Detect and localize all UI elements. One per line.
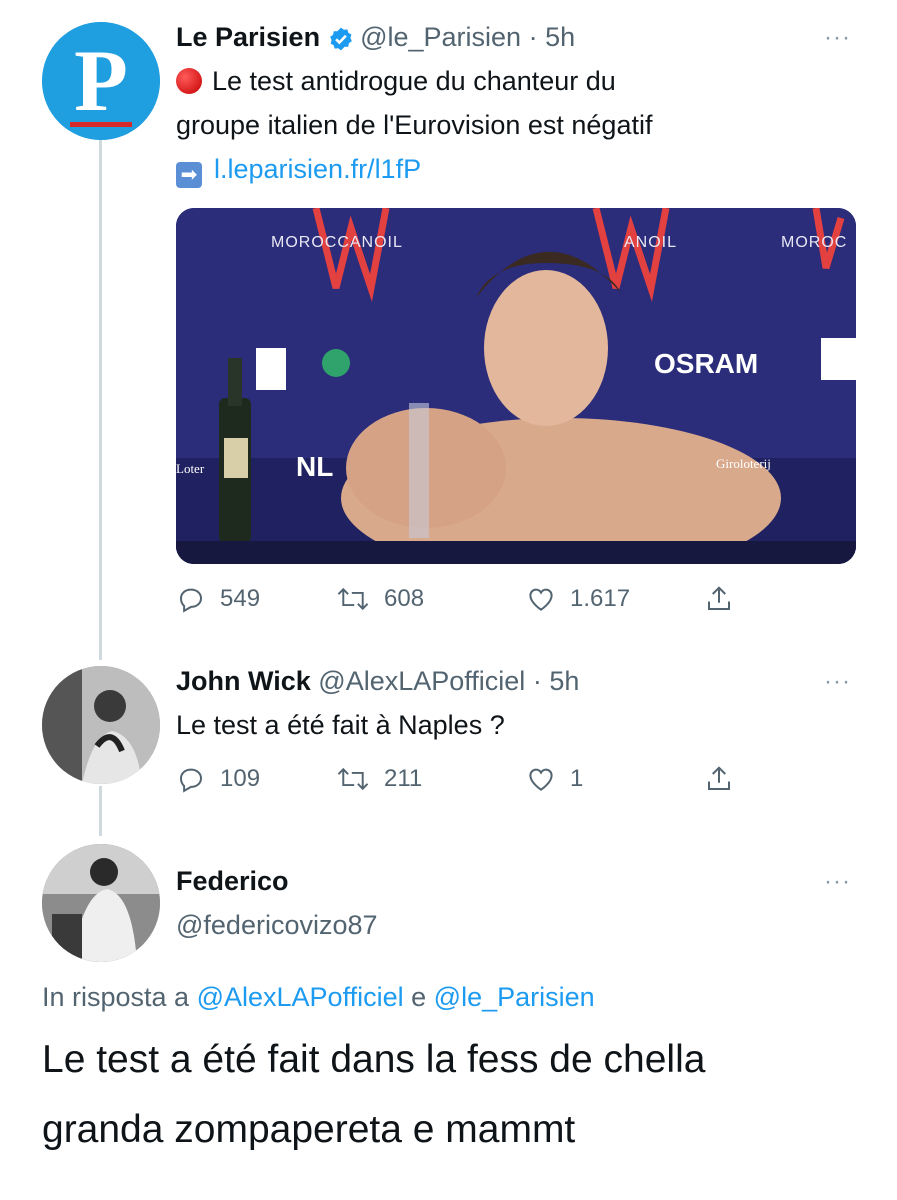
reply-count: 109 [220,765,261,792]
banner-text-mid: ANOIL [624,234,678,251]
tweet-time[interactable]: · 5h [533,666,580,696]
tweet-john-wick[interactable]: John Wick @AlexLAPofficiel · 5h ··· Le t… [0,650,897,830]
retweet-icon [337,767,369,791]
share-button[interactable] [704,764,748,794]
banner-osram: OSRAM [654,348,759,379]
like-count: 1 [570,765,584,792]
tweet-actions: 549 608 1.617 [176,584,776,624]
retweet-button[interactable]: 608 [336,584,424,614]
reply-icon [179,768,203,793]
author-name[interactable]: Le Parisien [176,22,320,52]
right-arrow-icon: ➡ [176,162,202,188]
retweet-count: 608 [384,585,425,612]
tweet-media-image[interactable]: MOROCCANOIL ANOIL MOROC OSRAM NL Girolot… [176,208,856,564]
author-handle[interactable]: @le_Parisien [360,22,521,52]
author-handle[interactable]: @AlexLAPofficiel [318,666,525,696]
more-options-icon[interactable]: ··· [824,668,851,696]
retweet-icon [337,587,369,611]
reply-mention-1[interactable]: @AlexLAPofficiel [197,982,404,1012]
retweet-count: 211 [384,765,423,792]
tweet-actions: 109 211 1 [176,764,776,804]
tweet-link[interactable]: l.leparisien.fr/l1fP [214,154,421,184]
banner-nl: NL [296,451,334,482]
reply-button[interactable]: 109 [176,764,260,794]
person-photo-icon [42,844,160,962]
tweet-text-line-1: Le test a été fait dans la fess de chell… [42,1038,706,1081]
tweet-federico[interactable]: Federico @federicovizo87 ··· In risposta… [0,836,897,1200]
tweet-le-parisien[interactable]: P Le Parisien @le_Parisien · 5h ··· Le te… [0,0,897,650]
tweet-time[interactable]: · 5h [529,22,576,52]
press-conference-photo [176,208,856,564]
share-icon [708,766,730,790]
banner-text-right: MOROC [781,234,848,251]
author-handle[interactable]: @federicovizo87 [176,910,378,941]
banner-text-left: MOROCCANOIL [271,234,403,251]
tweet-text: Le test a été fait à Naples ? [176,710,505,740]
like-count: 1.617 [570,585,631,612]
author-name[interactable]: Federico [176,866,289,897]
reply-context: In risposta a @AlexLAPofficiel e @le_Par… [42,982,595,1012]
share-icon [708,586,730,610]
verified-badge-icon [328,26,354,57]
tweet-text-line-1: Le test antidrogue du chanteur du [176,66,616,97]
tweet-header: Le Parisien @le_Parisien · 5h [176,22,575,57]
tweet-link-line: ➡ l.leparisien.fr/l1fP [176,154,421,188]
more-options-icon[interactable]: ··· [824,24,851,52]
avatar[interactable]: P [42,22,160,140]
svg-text:P: P [74,33,128,130]
avatar[interactable] [42,844,160,962]
like-button[interactable]: 1 [526,764,583,794]
red-circle-icon [176,68,202,94]
reply-button[interactable]: 549 [176,584,260,614]
author-name[interactable]: John Wick [176,666,311,696]
avatar[interactable] [42,666,160,784]
tweet-text-line-2: granda zompapereta e mammt [42,1108,576,1151]
reply-count: 549 [220,585,261,612]
reply-icon [179,588,203,613]
heart-icon [529,588,553,611]
share-button[interactable] [704,584,748,614]
banner-lotto: Giroloterij [716,456,771,471]
retweet-button[interactable]: 211 [336,764,422,794]
le-parisien-logo-icon: P [42,22,160,140]
reply-mention-2[interactable]: @le_Parisien [434,982,595,1012]
banner-loter: Loter [176,461,205,476]
person-photo-icon [42,666,160,784]
more-options-icon[interactable]: ··· [824,868,851,896]
like-button[interactable]: 1.617 [526,584,630,614]
tweet-text-line-2: groupe italien de l'Eurovision est négat… [176,110,653,140]
tweet-header: John Wick @AlexLAPofficiel · 5h [176,666,579,697]
heart-icon [529,768,553,791]
